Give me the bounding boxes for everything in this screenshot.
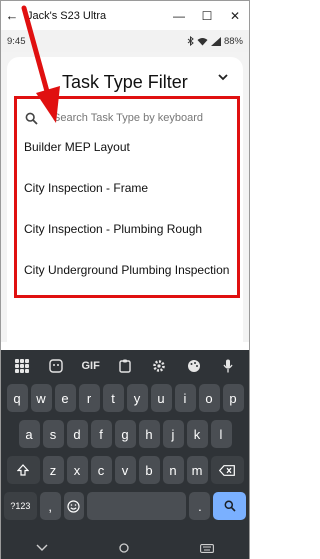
search-row: [19, 105, 241, 131]
key[interactable]: o: [198, 384, 220, 412]
sticker-icon[interactable]: [45, 355, 67, 377]
key[interactable]: f: [90, 420, 112, 448]
bluetooth-icon: [187, 36, 194, 46]
key[interactable]: n: [162, 456, 184, 484]
keyboard-row-4: ?123 , .: [4, 492, 246, 520]
chevron-down-icon[interactable]: [36, 544, 48, 552]
maximize-button[interactable]: ☐: [193, 9, 221, 23]
key[interactable]: c: [90, 456, 112, 484]
wifi-icon: [197, 37, 208, 45]
emoji-icon: [67, 499, 81, 513]
key[interactable]: d: [66, 420, 88, 448]
key[interactable]: g: [114, 420, 136, 448]
key[interactable]: r: [78, 384, 100, 412]
minimize-button[interactable]: —: [165, 9, 193, 23]
key[interactable]: v: [114, 456, 136, 484]
signal-icon: [210, 36, 221, 46]
keyboard-row-2: a s d f g h j k l: [4, 420, 246, 448]
key[interactable]: z: [42, 456, 64, 484]
key[interactable]: h: [138, 420, 160, 448]
list-item[interactable]: Builder MEP Layout: [24, 135, 239, 176]
clipboard-icon[interactable]: [114, 355, 136, 377]
key[interactable]: s: [42, 420, 64, 448]
list-item[interactable]: City Inspection - Plumbing Rough: [24, 217, 239, 258]
backspace-icon: [219, 464, 235, 476]
space-bar[interactable]: [87, 492, 187, 520]
window-title: Jack's S23 Ultra: [27, 9, 107, 22]
app-surface: Task Type Filter Builder MEP Layout City…: [1, 52, 249, 342]
search-enter-key[interactable]: [213, 492, 246, 520]
key[interactable]: k: [186, 420, 208, 448]
chevron-down-icon[interactable]: [217, 71, 229, 83]
shift-key[interactable]: [6, 456, 40, 484]
keyboard-switch-icon[interactable]: [199, 543, 214, 553]
backspace-key[interactable]: [210, 456, 244, 484]
comma-key[interactable]: ,: [39, 492, 61, 520]
status-time: 9:45: [7, 35, 26, 47]
window-titlebar: ← Jack's S23 Ultra — ☐ ✕: [1, 1, 249, 30]
microphone-icon[interactable]: [217, 355, 239, 377]
key[interactable]: b: [138, 456, 160, 484]
period-key[interactable]: .: [189, 492, 211, 520]
keyboard-toolbar: GIF: [1, 350, 249, 382]
gif-button[interactable]: GIF: [80, 355, 102, 377]
symbols-key[interactable]: ?123: [4, 492, 37, 520]
close-button[interactable]: ✕: [221, 9, 249, 23]
key[interactable]: j: [162, 420, 184, 448]
key[interactable]: x: [66, 456, 88, 484]
key[interactable]: p: [222, 384, 244, 412]
key[interactable]: e: [54, 384, 76, 412]
back-arrow-icon[interactable]: ←: [1, 8, 23, 23]
status-icons: 88%: [187, 36, 243, 47]
search-input[interactable]: [43, 112, 241, 124]
apps-grid-icon[interactable]: [11, 355, 33, 377]
key[interactable]: i: [174, 384, 196, 412]
palette-icon[interactable]: [183, 355, 205, 377]
key[interactable]: l: [210, 420, 232, 448]
home-circle-icon[interactable]: [119, 543, 129, 553]
list-item[interactable]: City Underground Plumbing Inspection: [24, 258, 239, 299]
task-type-list: Builder MEP Layout City Inspection - Fra…: [24, 135, 239, 299]
key[interactable]: u: [150, 384, 172, 412]
battery-level: 88%: [223, 35, 243, 47]
settings-gear-icon[interactable]: [148, 355, 170, 377]
key[interactable]: q: [6, 384, 28, 412]
key[interactable]: t: [102, 384, 124, 412]
key[interactable]: w: [30, 384, 52, 412]
page-title: Task Type Filter: [62, 72, 188, 92]
keyboard-nav-bar: [1, 537, 249, 559]
emoji-key[interactable]: [63, 492, 85, 520]
task-type-filter-sheet: Task Type Filter Builder MEP Layout City…: [7, 57, 243, 342]
list-item[interactable]: City Inspection - Frame: [24, 176, 239, 217]
keyboard-keys: q w e r t y u i o p a s d f g h j k l z: [1, 382, 249, 520]
on-screen-keyboard: GIF q w e r t y u i o p a s d f g h j k …: [1, 350, 249, 559]
shift-arrow-icon: [17, 464, 29, 476]
keyboard-row-1: q w e r t y u i o p: [4, 384, 246, 412]
key[interactable]: a: [18, 420, 40, 448]
key[interactable]: m: [186, 456, 208, 484]
search-icon: [19, 112, 43, 125]
status-bar: 9:45 88%: [1, 30, 249, 52]
key[interactable]: y: [126, 384, 148, 412]
keyboard-row-3: z x c v b n m: [4, 456, 246, 484]
search-icon: [224, 500, 236, 512]
